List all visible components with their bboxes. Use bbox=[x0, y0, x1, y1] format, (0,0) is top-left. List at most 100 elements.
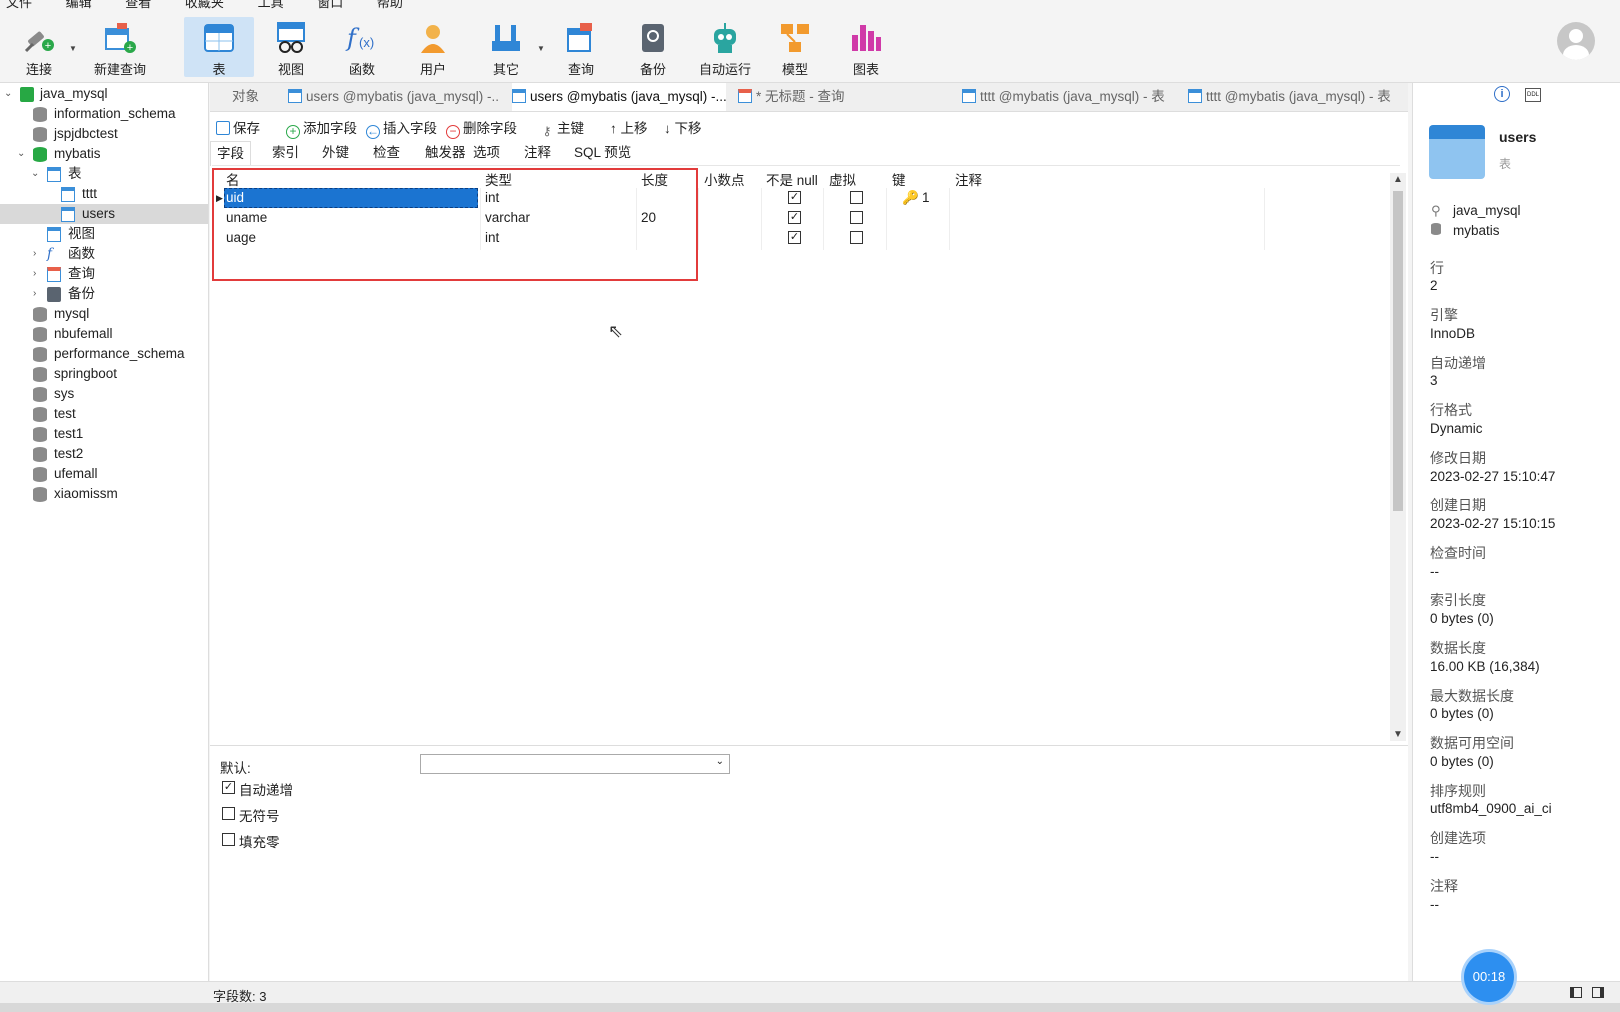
menu-view[interactable]: 查看 bbox=[125, 0, 151, 9]
primary-key-button[interactable]: ⚷ 主键 bbox=[540, 117, 584, 140]
tree-group-queries[interactable]: › 查询 bbox=[0, 264, 208, 284]
not-null-checkbox[interactable]: ✓ bbox=[788, 191, 801, 204]
tree-db-information-schema[interactable]: information_schema bbox=[0, 104, 208, 124]
insert-field-button[interactable]: ← 插入字段 bbox=[366, 117, 437, 139]
tree-table-tttt[interactable]: tttt bbox=[0, 184, 208, 204]
scroll-down-icon[interactable]: ▼ bbox=[1393, 729, 1403, 740]
default-value-select[interactable]: ⌄ bbox=[420, 754, 730, 774]
recording-timer-badge[interactable]: 00:18 bbox=[1464, 952, 1514, 1002]
tree-db-test[interactable]: test bbox=[0, 404, 208, 424]
chevron-down-icon[interactable]: ⌄ bbox=[4, 84, 12, 104]
tree-db-nbufemall[interactable]: nbufemall bbox=[0, 324, 208, 344]
layout-right-icon[interactable] bbox=[1592, 987, 1604, 998]
auto-increment-checkbox[interactable]: ✓ bbox=[222, 781, 235, 794]
key-order-cell[interactable]: 1 bbox=[922, 188, 930, 208]
tree-group-tables[interactable]: ⌄ 表 bbox=[0, 164, 208, 184]
tree-db-jspjdbctest[interactable]: jspjdbctest bbox=[0, 124, 208, 144]
other-button[interactable]: 其它 bbox=[471, 17, 541, 77]
tree-db-test2[interactable]: test2 bbox=[0, 444, 208, 464]
autorun-button[interactable]: 自动运行 bbox=[688, 17, 762, 77]
subtab-foreign-keys[interactable]: 外键 bbox=[316, 141, 355, 165]
tab-tttt-1[interactable]: tttt @mybatis (java_mysql) - 表 bbox=[962, 83, 1180, 111]
user-avatar-icon[interactable] bbox=[1557, 22, 1595, 60]
col-header-key[interactable]: 键 bbox=[892, 169, 906, 189]
subtab-sql-preview[interactable]: SQL 预览 bbox=[568, 141, 637, 165]
add-field-button[interactable]: + 添加字段 bbox=[286, 117, 357, 139]
tree-db-performance-schema[interactable]: performance_schema bbox=[0, 344, 208, 364]
info-value: -- bbox=[1430, 849, 1439, 864]
tab-objects[interactable]: 对象 bbox=[232, 83, 259, 111]
tree-db-mybatis[interactable]: ⌄ mybatis bbox=[0, 144, 208, 164]
delete-field-button[interactable]: − 删除字段 bbox=[446, 117, 517, 139]
tree-db-ufemall[interactable]: ufemall bbox=[0, 464, 208, 484]
menu-help[interactable]: 帮助 bbox=[377, 0, 403, 9]
tree-group-functions[interactable]: › f 函数 bbox=[0, 244, 208, 264]
chevron-down-icon[interactable]: ⌄ bbox=[31, 164, 39, 184]
menu-file[interactable]: 文件 bbox=[6, 0, 32, 9]
view-button[interactable]: 视图 bbox=[256, 17, 326, 77]
arrow-down-icon: ↓ bbox=[664, 121, 675, 136]
col-header-not-null[interactable]: 不是 null bbox=[766, 169, 818, 189]
not-null-checkbox[interactable]: ✓ bbox=[788, 231, 801, 244]
chart-button[interactable]: 图表 bbox=[831, 17, 901, 77]
menu-window[interactable]: 窗口 bbox=[317, 0, 343, 9]
function-button[interactable]: f (x) 函数 bbox=[327, 17, 397, 77]
new-query-icon: + bbox=[103, 21, 137, 55]
zerofill-checkbox[interactable] bbox=[222, 833, 235, 846]
connect-dropdown-icon[interactable]: ▼ bbox=[69, 44, 77, 53]
table-button[interactable]: 表 bbox=[184, 17, 254, 77]
info-icon[interactable]: i bbox=[1494, 86, 1510, 102]
query-button[interactable]: 查询 bbox=[546, 17, 616, 77]
other-dropdown-icon[interactable]: ▼ bbox=[537, 44, 545, 53]
scroll-thumb[interactable] bbox=[1393, 191, 1403, 511]
move-down-button[interactable]: ↓ 下移 bbox=[664, 117, 702, 137]
chevron-right-icon[interactable]: › bbox=[33, 264, 36, 284]
move-up-button[interactable]: ↑ 上移 bbox=[610, 117, 648, 137]
chevron-right-icon[interactable]: › bbox=[33, 244, 36, 264]
tree-db-sys[interactable]: sys bbox=[0, 384, 208, 404]
col-header-decimal[interactable]: 小数点 bbox=[704, 169, 745, 189]
subtab-triggers[interactable]: 触发器 bbox=[419, 141, 472, 165]
subtab-indexes[interactable]: 索引 bbox=[266, 141, 305, 165]
col-header-virtual[interactable]: 虚拟 bbox=[829, 169, 856, 189]
backup-button[interactable]: 备份 bbox=[618, 17, 688, 77]
tree-group-backups[interactable]: › 备份 bbox=[0, 284, 208, 304]
scroll-up-icon[interactable]: ▲ bbox=[1393, 174, 1403, 185]
menu-edit[interactable]: 编辑 bbox=[66, 0, 92, 9]
ddl-icon[interactable]: DDL bbox=[1525, 88, 1541, 102]
grid-scrollbar[interactable]: ▲ ▼ bbox=[1390, 173, 1406, 741]
tab-users-2[interactable]: users @mybatis (java_mysql) -... bbox=[512, 83, 726, 111]
unsigned-label: 无符号 bbox=[239, 809, 280, 824]
tree-db-springboot[interactable]: springboot bbox=[0, 364, 208, 384]
virtual-checkbox[interactable] bbox=[850, 231, 863, 244]
tab-tttt-2[interactable]: tttt @mybatis (java_mysql) - 表 bbox=[1188, 83, 1406, 111]
subtab-comments[interactable]: 注释 bbox=[518, 141, 557, 165]
unsigned-checkbox[interactable] bbox=[222, 807, 235, 820]
layout-left-icon[interactable] bbox=[1570, 987, 1582, 998]
table-icon bbox=[202, 21, 236, 55]
col-header-comment[interactable]: 注释 bbox=[955, 169, 982, 189]
tree-group-views[interactable]: 视图 bbox=[0, 224, 208, 244]
tree-db-mysql[interactable]: mysql bbox=[0, 304, 208, 324]
tree-connection-java-mysql[interactable]: ⌄ java_mysql bbox=[0, 84, 208, 104]
subtab-fields[interactable]: 字段 bbox=[210, 141, 251, 166]
new-query-button[interactable]: + 新建查询 bbox=[78, 17, 162, 77]
subtab-checks[interactable]: 检查 bbox=[367, 141, 406, 165]
chevron-down-icon[interactable]: ⌄ bbox=[17, 144, 25, 164]
virtual-checkbox[interactable] bbox=[850, 191, 863, 204]
tab-untitled-query[interactable]: * 无标题 - 查询 bbox=[738, 83, 938, 111]
save-button[interactable]: 保存 bbox=[216, 117, 260, 137]
tree-db-test1[interactable]: test1 bbox=[0, 424, 208, 444]
menu-tools[interactable]: 工具 bbox=[258, 0, 284, 9]
tree-table-users[interactable]: users bbox=[0, 204, 208, 224]
not-null-checkbox[interactable]: ✓ bbox=[788, 211, 801, 224]
menu-favorites[interactable]: 收藏夹 bbox=[185, 0, 224, 9]
user-button[interactable]: 用户 bbox=[398, 17, 468, 77]
model-button[interactable]: 模型 bbox=[760, 17, 830, 77]
chevron-right-icon[interactable]: › bbox=[33, 284, 36, 304]
virtual-checkbox[interactable] bbox=[850, 211, 863, 224]
tree-db-xiaomissm[interactable]: xiaomissm bbox=[0, 484, 208, 504]
subtab-options[interactable]: 选项 bbox=[467, 141, 506, 165]
connect-button[interactable]: + 连接 bbox=[4, 17, 74, 77]
tab-users-1[interactable]: users @mybatis (java_mysql) -... bbox=[288, 83, 500, 111]
